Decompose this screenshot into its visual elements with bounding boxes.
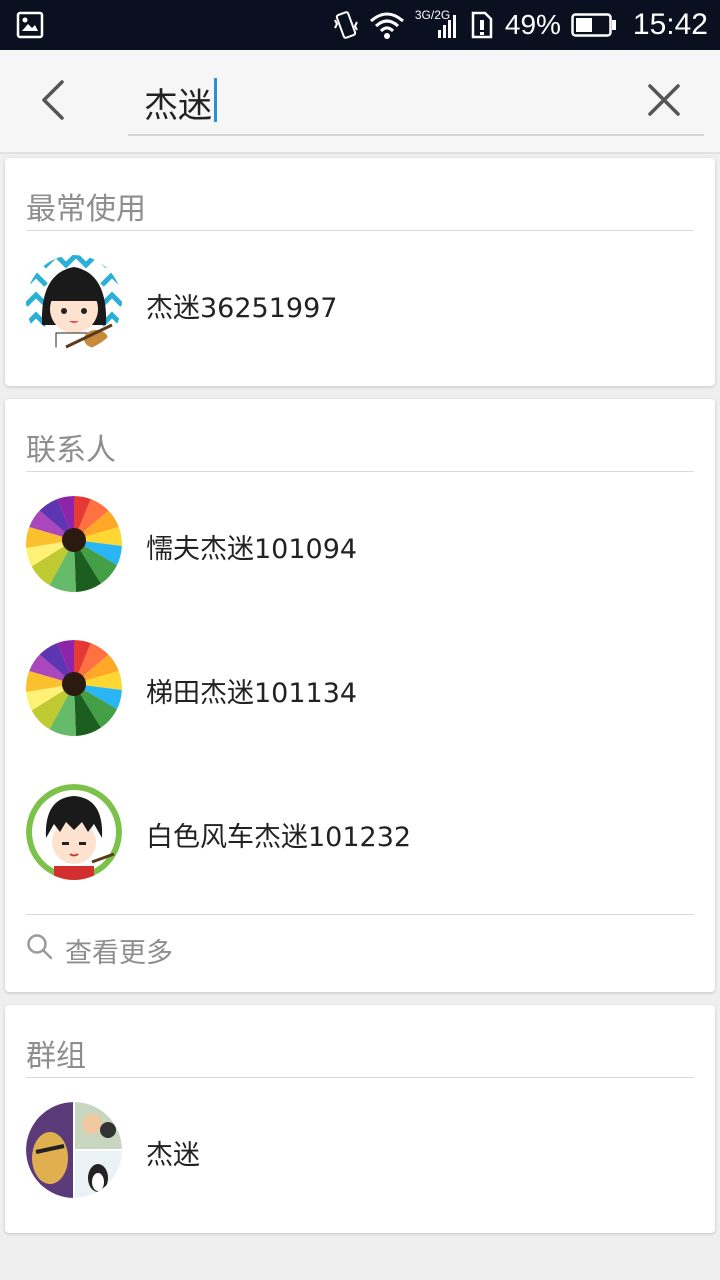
battery-percent: 49% (504, 9, 561, 40)
screenshot-icon (16, 11, 44, 39)
group-row[interactable]: 杰迷 (5, 1090, 715, 1210)
contacts-section: 联系人 懦夫杰迷101094 梯田杰迷101134 白色风车杰迷101232 查… (5, 399, 715, 992)
sim-alert-icon (471, 11, 493, 39)
text-caret (214, 78, 217, 122)
view-more-button[interactable]: 查看更多 (5, 917, 715, 983)
boy-guitar-avatar (26, 784, 122, 880)
section-title-groups: 群组 (26, 1039, 86, 1074)
contact-name: 懦夫杰迷101094 (146, 534, 358, 565)
wifi-icon (369, 12, 404, 39)
vibrate-icon (333, 11, 358, 39)
colored-pencils-avatar (26, 496, 122, 592)
group-collage-avatar (26, 1102, 122, 1198)
close-icon[interactable] (644, 80, 684, 120)
contact-row[interactable]: 懦夫杰迷101094 (5, 484, 715, 604)
frequent-section: 最常使用 杰迷36251997 (5, 158, 715, 386)
group-name: 杰迷 (146, 1140, 200, 1171)
status-icons: 3G/2G 49% 15:42 (333, 0, 708, 50)
signal-icon: 3G/2G (415, 8, 459, 42)
back-arrow-icon[interactable] (30, 76, 78, 124)
contact-row[interactable]: 梯田杰迷101134 (5, 628, 715, 748)
section-title-contacts: 联系人 (26, 433, 116, 468)
search-query-text[interactable]: 杰迷 (144, 78, 212, 127)
frequent-item[interactable]: 杰迷36251997 (5, 243, 715, 363)
clock: 15:42 (632, 8, 708, 41)
search-header: 杰迷 (0, 50, 720, 154)
contact-name: 白色风车杰迷101232 (146, 822, 412, 853)
section-divider (26, 1077, 694, 1078)
contact-row[interactable]: 白色风车杰迷101232 (5, 772, 715, 892)
search-input[interactable]: 杰迷 (128, 68, 704, 136)
status-bar: 3G/2G 49% 15:42 (0, 0, 720, 50)
search-icon (27, 934, 53, 960)
contact-name: 梯田杰迷101134 (146, 678, 358, 709)
section-divider (26, 471, 694, 472)
contact-name: 杰迷36251997 (146, 293, 338, 324)
groups-section: 群组 杰迷 (5, 1005, 715, 1233)
colored-pencils-avatar (26, 640, 122, 736)
battery-icon (571, 13, 616, 37)
girl-guitar-avatar (26, 255, 122, 351)
section-title-frequent: 最常使用 (26, 192, 146, 227)
section-divider (26, 914, 694, 915)
view-more-label: 查看更多 (65, 938, 173, 969)
section-divider (26, 230, 694, 231)
